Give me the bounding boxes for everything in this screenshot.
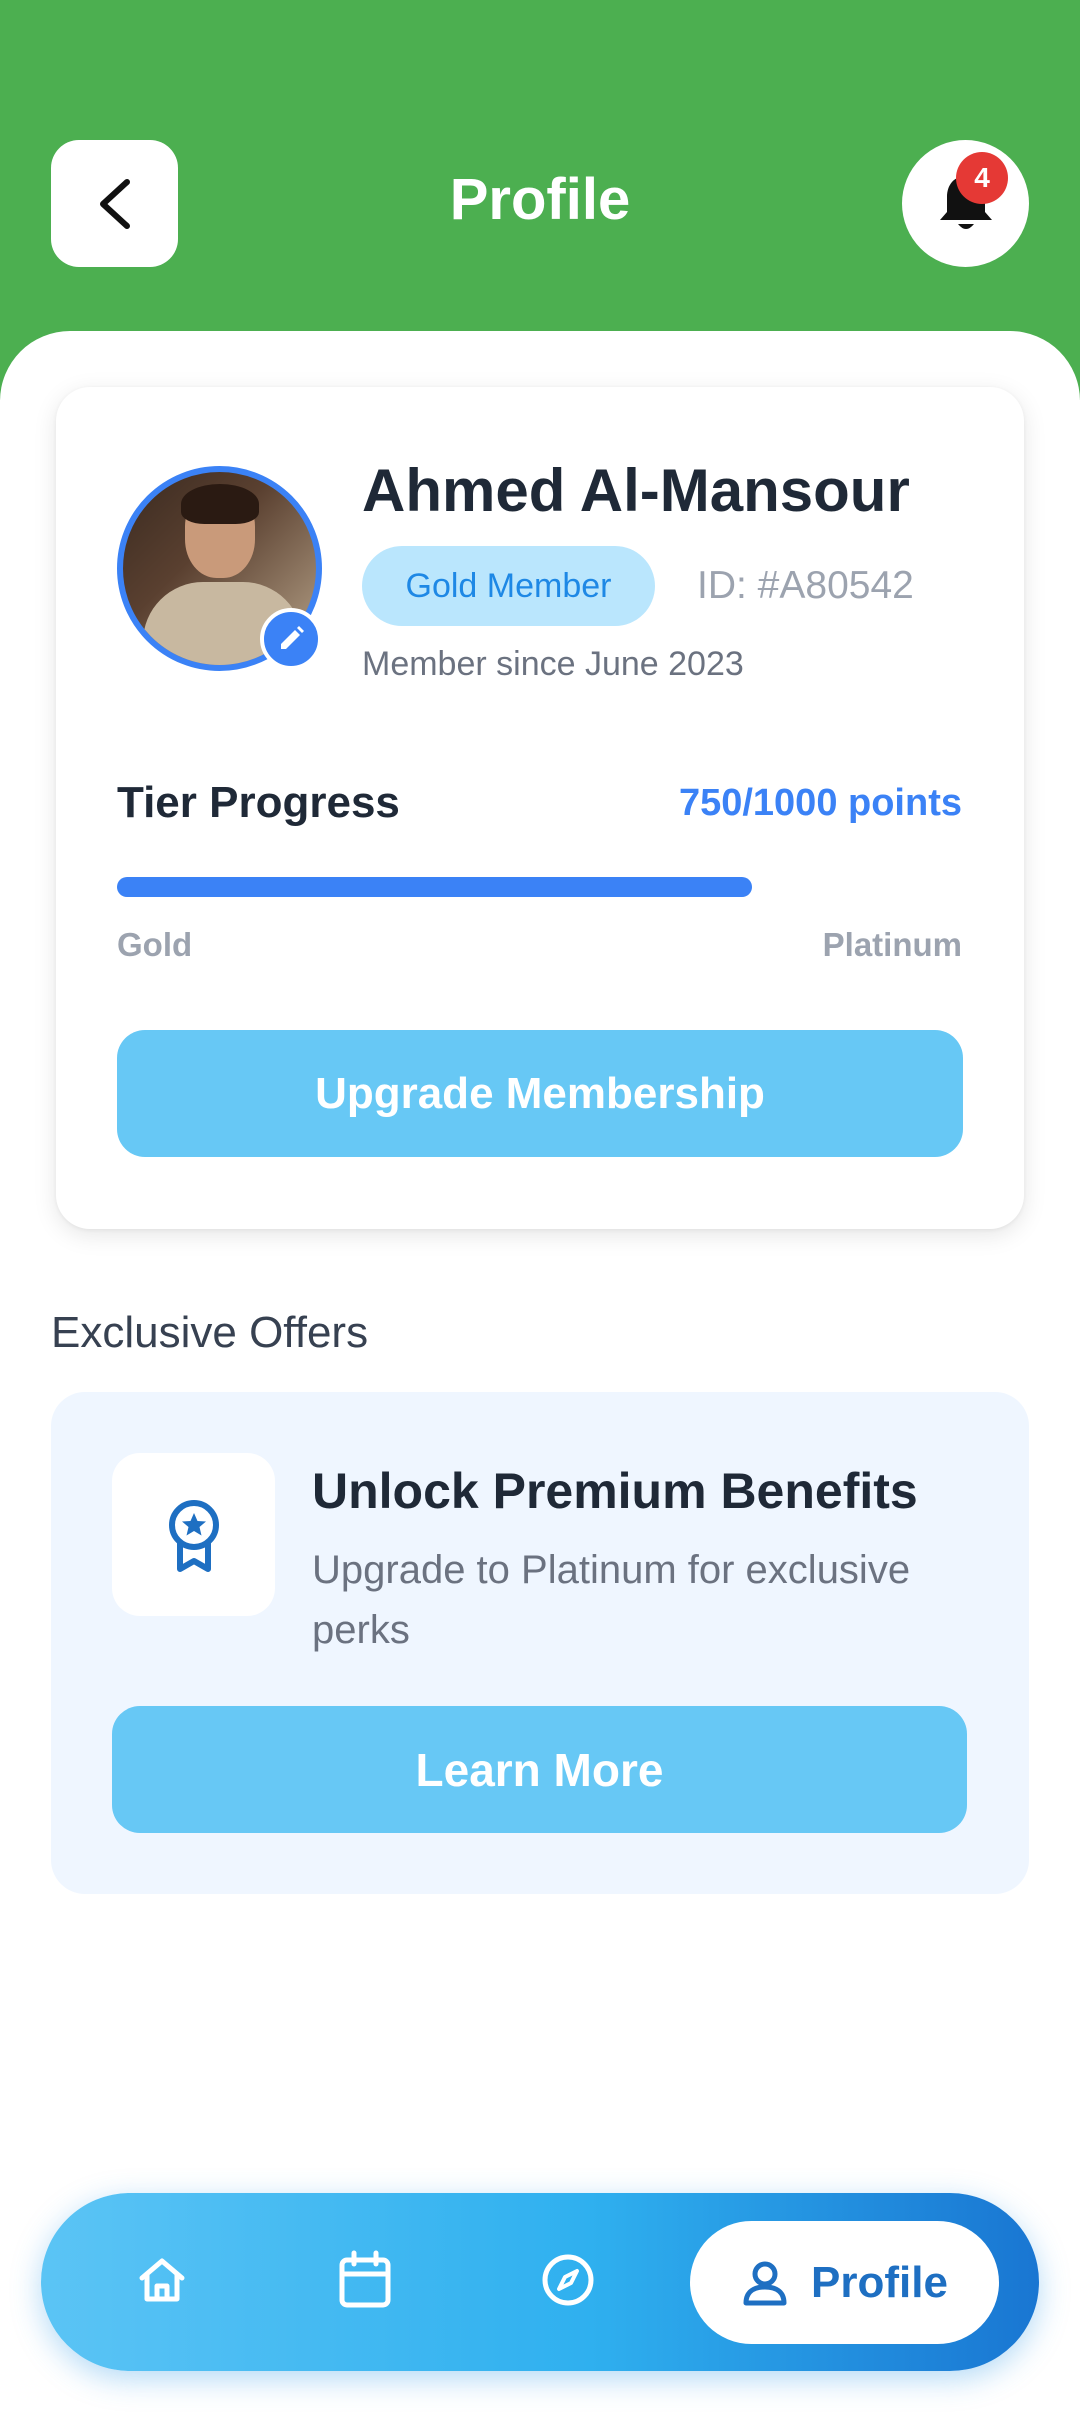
calendar-icon [339, 2250, 391, 2308]
member-id: ID: #A80542 [697, 564, 914, 607]
nav-calendar[interactable] [320, 2235, 410, 2325]
tier-end-label: Platinum [822, 926, 962, 963]
award-ribbon-icon [168, 1499, 219, 1572]
tier-progress-fill [117, 877, 752, 897]
compass-icon [542, 2254, 594, 2306]
offers-section-title: Exclusive Offers [51, 1308, 369, 1357]
notification-count-badge: 4 [956, 152, 1008, 204]
member-since: Member since June 2023 [362, 645, 744, 683]
user-name: Ahmed Al-Mansour [362, 457, 910, 524]
offer-description: Upgrade to Platinum for exclusive perks [312, 1548, 911, 1652]
tier-points: 750/1000 points [678, 782, 962, 824]
edit-avatar-button[interactable] [260, 608, 322, 670]
nav-profile[interactable]: Profile [690, 2221, 999, 2344]
offer-icon-box [112, 1453, 275, 1616]
offer-title: Unlock Premium Benefits [312, 1463, 918, 1519]
member-tier-badge: Gold Member [362, 546, 655, 626]
nav-explore[interactable] [523, 2235, 613, 2325]
home-icon [139, 2258, 185, 2302]
tier-progress-bar [117, 877, 963, 897]
upgrade-membership-button[interactable]: Upgrade Membership [117, 1030, 963, 1157]
user-icon [743, 2261, 787, 2305]
pencil-icon [281, 626, 304, 649]
tier-start-label: Gold [117, 926, 193, 963]
tier-progress-label: Tier Progress [117, 778, 400, 827]
nav-profile-label: Profile [811, 2257, 948, 2307]
nav-home[interactable] [117, 2235, 207, 2325]
learn-more-button[interactable]: Learn More [112, 1706, 967, 1833]
